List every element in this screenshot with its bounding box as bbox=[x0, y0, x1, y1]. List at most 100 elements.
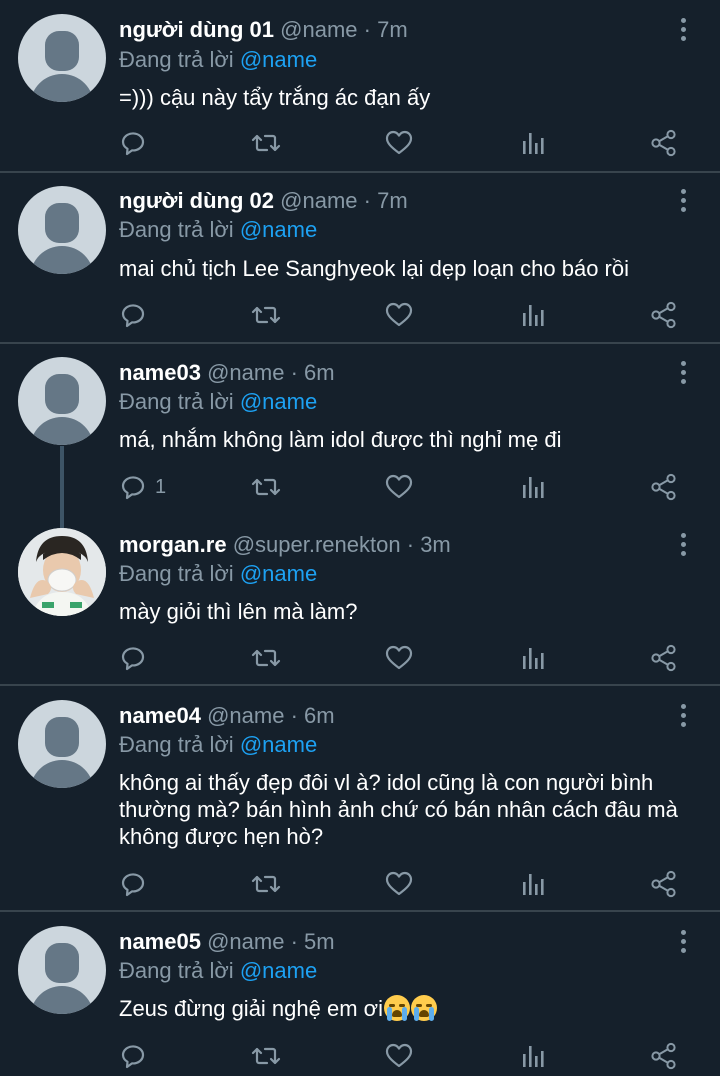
like-button[interactable] bbox=[385, 299, 413, 331]
more-options-icon[interactable] bbox=[676, 189, 692, 215]
avatar[interactable] bbox=[18, 357, 106, 445]
display-name[interactable]: người dùng 01 bbox=[119, 17, 274, 42]
reply-icon bbox=[119, 473, 147, 501]
timestamp[interactable]: 7m bbox=[377, 188, 408, 213]
avatar[interactable] bbox=[18, 700, 106, 788]
retweet-button[interactable] bbox=[250, 299, 282, 331]
avatar[interactable] bbox=[18, 926, 106, 1014]
retweet-button[interactable] bbox=[250, 127, 282, 159]
replying-to-label: Đang trả lời bbox=[119, 561, 234, 586]
handle[interactable]: @name bbox=[280, 188, 357, 213]
mention-link[interactable]: @name bbox=[240, 217, 317, 242]
tweet[interactable]: người dùng 02 @name · 7m Đang trả lời @n… bbox=[0, 172, 720, 344]
handle[interactable]: @super.renekton bbox=[233, 532, 401, 557]
retweet-button[interactable] bbox=[250, 868, 282, 900]
like-button[interactable] bbox=[385, 127, 413, 159]
handle[interactable]: @name bbox=[207, 360, 284, 385]
handle[interactable]: @name bbox=[280, 17, 357, 42]
display-name[interactable]: name04 bbox=[119, 703, 201, 728]
profile-photo bbox=[18, 528, 106, 616]
more-options-icon[interactable] bbox=[676, 361, 692, 387]
retweet-button[interactable] bbox=[250, 642, 282, 674]
tweet-actions bbox=[0, 127, 720, 159]
like-button[interactable] bbox=[385, 868, 413, 900]
handle[interactable]: @name bbox=[207, 703, 284, 728]
tweet[interactable]: name05 @name · 5m Đang trả lời @name Zeu… bbox=[0, 912, 720, 1076]
like-button[interactable] bbox=[385, 471, 413, 503]
replying-to: Đang trả lời @name bbox=[119, 215, 317, 245]
more-options-icon[interactable] bbox=[676, 930, 692, 956]
analytics-button[interactable] bbox=[520, 471, 546, 503]
tweet-actions bbox=[0, 642, 720, 674]
display-name[interactable]: name05 bbox=[119, 929, 201, 954]
reply-icon bbox=[119, 301, 147, 329]
analytics-button[interactable] bbox=[520, 1040, 546, 1072]
handle[interactable]: @name bbox=[207, 929, 284, 954]
timestamp[interactable]: 3m bbox=[420, 532, 451, 557]
mention-link[interactable]: @name bbox=[240, 732, 317, 757]
more-options-icon[interactable] bbox=[676, 18, 692, 44]
reply-button[interactable] bbox=[119, 642, 147, 674]
share-button[interactable] bbox=[650, 299, 678, 331]
mention-link[interactable]: @name bbox=[240, 561, 317, 586]
timestamp[interactable]: 5m bbox=[304, 929, 335, 954]
like-button[interactable] bbox=[385, 642, 413, 674]
replying-to-label: Đang trả lời bbox=[119, 47, 234, 72]
separator-dot: · bbox=[290, 929, 298, 954]
reply-icon bbox=[119, 1042, 147, 1070]
analytics-icon bbox=[520, 870, 546, 898]
analytics-button[interactable] bbox=[520, 642, 546, 674]
timeline-feed: người dùng 01 @name · 7m Đang trả lời @n… bbox=[0, 0, 720, 1076]
timestamp[interactable]: 6m bbox=[304, 360, 335, 385]
analytics-icon bbox=[520, 301, 546, 329]
retweet-icon bbox=[250, 129, 282, 157]
separator-dot: · bbox=[363, 17, 371, 42]
reply-button[interactable] bbox=[119, 1040, 147, 1072]
reply-button[interactable] bbox=[119, 299, 147, 331]
replying-to: Đang trả lời @name bbox=[119, 45, 317, 75]
like-button[interactable] bbox=[385, 1040, 413, 1072]
like-icon bbox=[385, 129, 413, 157]
tweet-actions bbox=[0, 868, 720, 900]
analytics-icon bbox=[520, 1042, 546, 1070]
tweet[interactable]: người dùng 01 @name · 7m Đang trả lời @n… bbox=[0, 0, 720, 172]
tweet-text: mai chủ tịch Lee Sanghyeok lại dẹp loạn … bbox=[119, 256, 630, 281]
analytics-icon bbox=[520, 644, 546, 672]
display-name[interactable]: name03 bbox=[119, 360, 201, 385]
avatar[interactable] bbox=[18, 14, 106, 102]
timestamp[interactable]: 7m bbox=[377, 17, 408, 42]
analytics-button[interactable] bbox=[520, 299, 546, 331]
reply-button[interactable] bbox=[119, 127, 147, 159]
like-icon bbox=[385, 644, 413, 672]
tweet[interactable]: name03 @name · 6m Đang trả lời @name má,… bbox=[0, 344, 720, 516]
avatar[interactable] bbox=[18, 186, 106, 274]
tweet[interactable]: morgan.re @super.renekton · 3m Đang trả … bbox=[0, 516, 720, 686]
avatar[interactable] bbox=[18, 528, 106, 616]
analytics-button[interactable] bbox=[520, 868, 546, 900]
reply-button[interactable]: 1 bbox=[119, 471, 166, 503]
analytics-button[interactable] bbox=[520, 127, 546, 159]
retweet-button[interactable] bbox=[250, 1040, 282, 1072]
share-button[interactable] bbox=[650, 868, 678, 900]
tweet-text: má, nhắm không làm idol được thì nghỉ mẹ… bbox=[119, 427, 562, 452]
crying-face-icon bbox=[410, 995, 437, 1021]
tweet[interactable]: name04 @name · 6m Đang trả lời @name khô… bbox=[0, 686, 720, 912]
share-button[interactable] bbox=[650, 1040, 678, 1072]
share-button[interactable] bbox=[650, 127, 678, 159]
reply-button[interactable] bbox=[119, 868, 147, 900]
retweet-button[interactable] bbox=[250, 471, 282, 503]
more-options-icon[interactable] bbox=[676, 533, 692, 559]
tweet-header: morgan.re @super.renekton · 3m bbox=[119, 530, 451, 560]
like-icon bbox=[385, 870, 413, 898]
share-button[interactable] bbox=[650, 642, 678, 674]
mention-link[interactable]: @name bbox=[240, 47, 317, 72]
display-name[interactable]: người dùng 02 bbox=[119, 188, 274, 213]
crying-face-icon bbox=[383, 995, 410, 1021]
timestamp[interactable]: 6m bbox=[304, 703, 335, 728]
separator-dot: · bbox=[290, 703, 298, 728]
share-button[interactable] bbox=[650, 471, 678, 503]
more-options-icon[interactable] bbox=[676, 704, 692, 730]
mention-link[interactable]: @name bbox=[240, 389, 317, 414]
display-name[interactable]: morgan.re bbox=[119, 532, 227, 557]
mention-link[interactable]: @name bbox=[240, 958, 317, 983]
